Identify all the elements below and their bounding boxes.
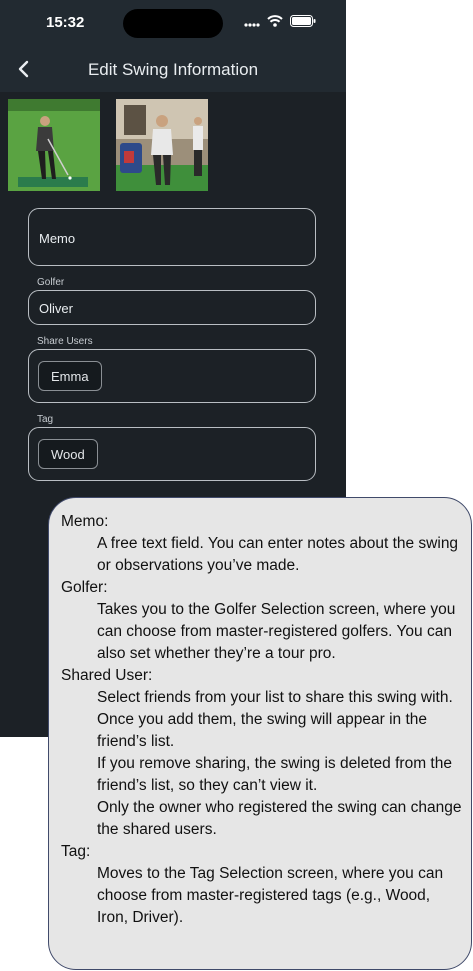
nav-bar: Edit Swing Information <box>0 46 346 92</box>
annotation-body: Only the owner who registered the swing … <box>97 799 462 838</box>
annotation-body: A free text field. You can enter notes a… <box>97 535 459 574</box>
status-bar: 15:32 <box>0 0 346 46</box>
memo-placeholder: Memo <box>39 231 76 246</box>
page-title: Edit Swing Information <box>87 60 259 79</box>
golfer-label: Golfer <box>37 277 65 288</box>
annotation-body: Once you add them, the swing will appear… <box>97 711 427 750</box>
tag-field[interactable]: Wood <box>28 427 316 481</box>
tag-chip[interactable]: Wood <box>38 439 98 469</box>
golfer-value: Oliver <box>39 301 73 316</box>
status-icons <box>244 15 316 27</box>
annotation-heading: Shared User: <box>61 667 153 684</box>
tag-label: Tag <box>37 414 54 425</box>
annotation-body: Takes you to the Golfer Selection screen… <box>97 601 456 662</box>
swing-thumbnail-1[interactable] <box>8 99 100 191</box>
dynamic-island <box>123 9 223 38</box>
golfer-photo-1 <box>8 99 100 191</box>
annotation-text: Memo: A free text field. You can enter n… <box>61 511 465 929</box>
wifi-icon <box>267 15 283 27</box>
golfer-field[interactable]: Oliver <box>28 290 316 325</box>
annotation-body: If you remove sharing, the swing is dele… <box>97 755 452 794</box>
annotation-heading: Golfer: <box>61 579 108 596</box>
battery-icon <box>290 15 316 27</box>
annotation-heading: Memo: <box>61 513 109 530</box>
share-users-field[interactable]: Emma <box>28 349 316 403</box>
golfer-photo-2 <box>116 99 208 191</box>
annotation-callout: Memo: A free text field. You can enter n… <box>48 497 472 970</box>
memo-field[interactable]: Memo <box>28 208 316 266</box>
share-users-label: Share Users <box>37 336 93 347</box>
annotation-body: Select friends from your list to share t… <box>97 689 453 706</box>
status-time: 15:32 <box>46 14 85 31</box>
annotation-heading: Tag: <box>61 843 91 860</box>
swing-thumbnail-2[interactable] <box>116 99 208 191</box>
annotation-body: Moves to the Tag Selection screen, where… <box>97 865 444 926</box>
signal-icon <box>244 22 260 27</box>
share-user-chip[interactable]: Emma <box>38 361 102 391</box>
